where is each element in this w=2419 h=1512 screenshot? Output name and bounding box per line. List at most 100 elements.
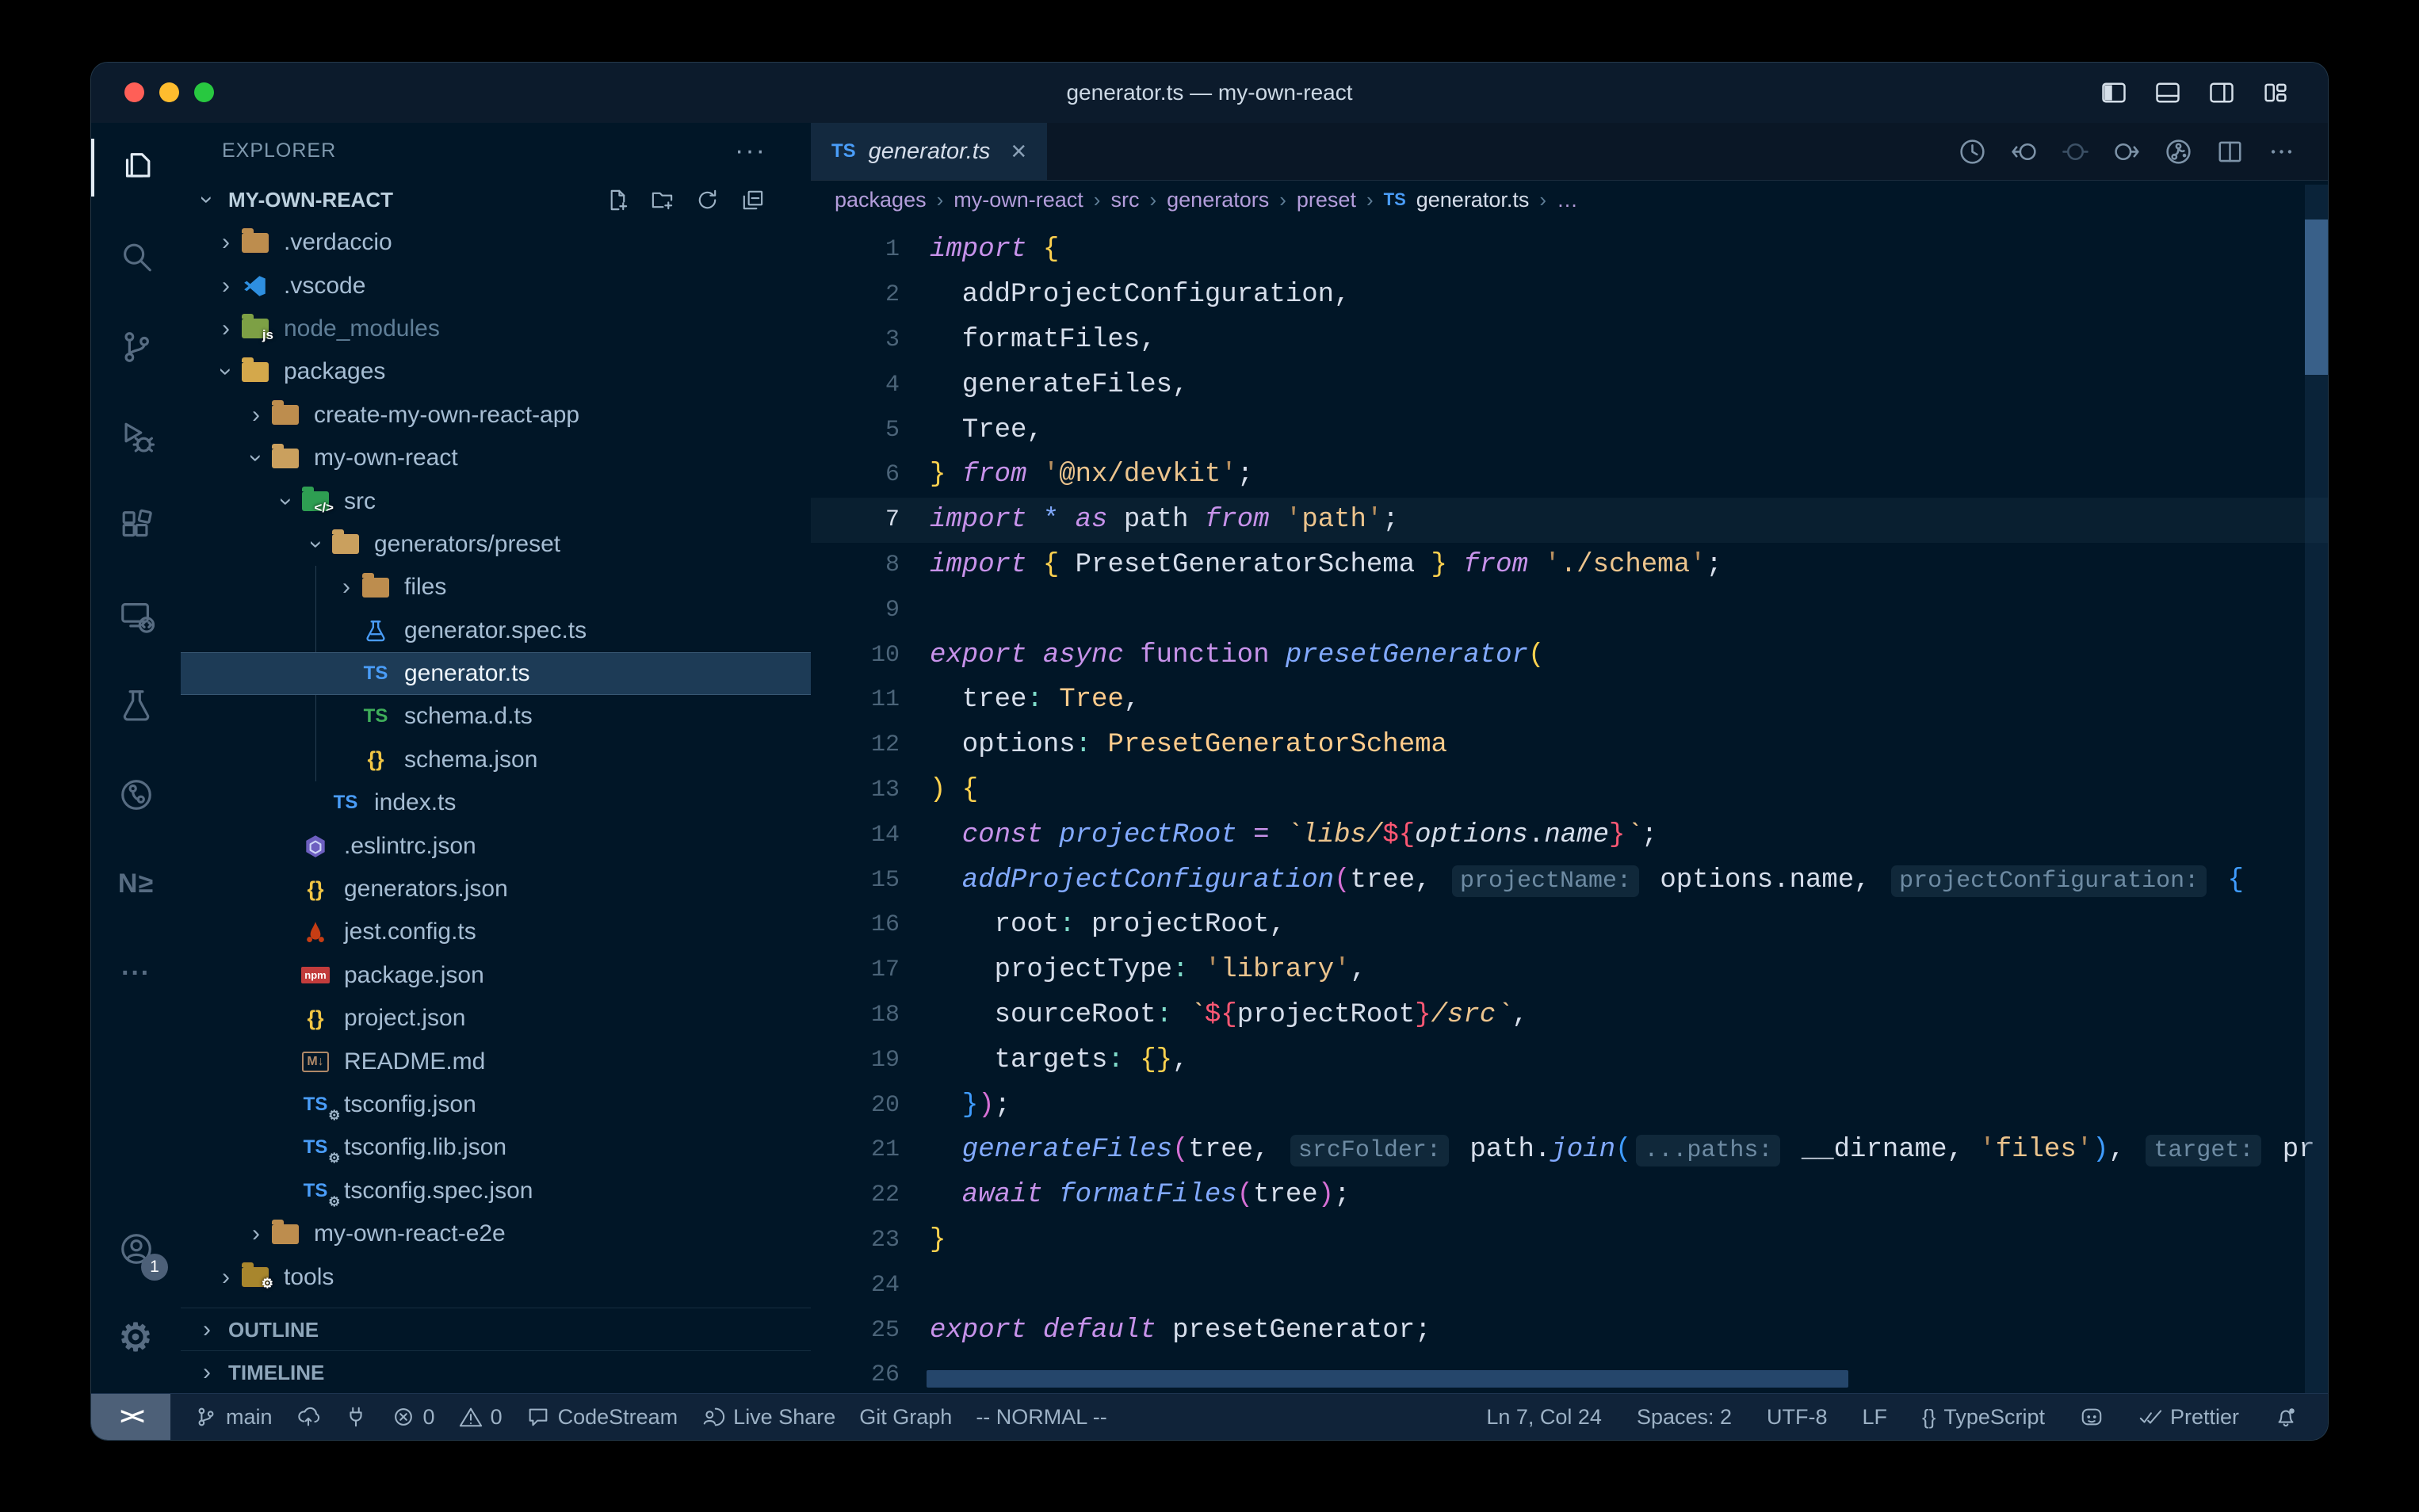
activity-bar-item-remote-explorer[interactable]	[91, 571, 181, 660]
tab-bar: TS generator.ts ×	[811, 123, 2328, 181]
new-file-icon[interactable]	[605, 188, 629, 212]
activity-bar-item-source-control[interactable]	[91, 302, 181, 391]
status-item-prettier[interactable]: Prettier	[2138, 1405, 2239, 1430]
status-item-remote[interactable]: ><	[91, 1394, 170, 1440]
vertical-scrollbar-slider[interactable]	[2305, 220, 2328, 375]
split-editor-icon[interactable]	[2215, 137, 2245, 166]
tree-item-project-json[interactable]: {}project.json	[181, 997, 811, 1040]
tree-item-schema-d-ts[interactable]: TSschema.d.ts	[181, 695, 811, 738]
breadcrumb-item[interactable]: generator.ts	[1416, 188, 1530, 212]
horizontal-scrollbar[interactable]	[927, 1370, 1848, 1388]
tree-item-create-my-own-react-app[interactable]: ›create-my-own-react-app	[181, 394, 811, 437]
activity-bar-item-search[interactable]	[91, 212, 181, 302]
toggle-secondary-sidebar-icon[interactable]	[2207, 78, 2236, 107]
tree-item-tsconfig-lib-json[interactable]: TS⚙tsconfig.lib.json	[181, 1126, 811, 1169]
tree-item-label: schema.json	[404, 746, 537, 773]
tab-generator-ts[interactable]: TS generator.ts ×	[811, 123, 1047, 180]
folder-icon	[269, 1218, 301, 1250]
tree-item-readme-md[interactable]: M↓README.md	[181, 1040, 811, 1082]
timeline-panel-header[interactable]: › TIMELINE	[181, 1350, 811, 1394]
more-actions-icon[interactable]	[2267, 137, 2296, 166]
circle-icon[interactable]	[2061, 137, 2090, 166]
status-item-language-mode[interactable]: {}TypeScript	[1922, 1405, 2045, 1430]
git-actions-icon[interactable]	[2164, 137, 2193, 166]
tree-item--vscode[interactable]: ›.vscode	[181, 264, 811, 307]
status-item-sync-publish[interactable]	[296, 1405, 320, 1429]
status-item-connector[interactable]	[344, 1405, 368, 1429]
tree-item-schema-json[interactable]: {}schema.json	[181, 739, 811, 781]
status-item-cursor-position[interactable]: Ln 7, Col 24	[1486, 1405, 1602, 1430]
tree-item--verdaccio[interactable]: ›.verdaccio	[181, 221, 811, 264]
tree-item-packages[interactable]: ›packages	[181, 350, 811, 393]
status-item-codestream[interactable]: CodeStream	[526, 1405, 678, 1430]
tree-item-my-own-react[interactable]: ›my-own-react	[181, 437, 811, 479]
status-item-warnings[interactable]: 0	[459, 1405, 503, 1430]
status-item-encoding[interactable]: UTF-8	[1767, 1405, 1828, 1430]
error-icon	[392, 1405, 415, 1429]
new-folder-icon[interactable]	[650, 188, 674, 212]
breadcrumb-item[interactable]: …	[1557, 188, 1578, 212]
tree-item-my-own-react-e2e[interactable]: ›my-own-react-e2e	[181, 1212, 811, 1255]
tree-item-tsconfig-spec-json[interactable]: TS⚙tsconfig.spec.json	[181, 1170, 811, 1212]
activity-bar-item-explorer[interactable]	[91, 123, 181, 212]
status-item-eol[interactable]: LF	[1863, 1405, 1888, 1430]
activity-bar-item-accounts[interactable]: 1	[91, 1204, 181, 1293]
tree-item-index-ts[interactable]: TSindex.ts	[181, 781, 811, 824]
breadcrumb-item[interactable]: packages	[835, 188, 927, 212]
status-bar-left: >< main 00 CodeStream Live Share Git Graph -- …	[91, 1394, 1107, 1440]
line-number: 25	[811, 1317, 900, 1344]
activity-bar-item-extensions[interactable]	[91, 481, 181, 571]
toggle-panel-icon[interactable]	[2153, 78, 2182, 107]
tree-item-generators-preset[interactable]: ›generators/preset	[181, 523, 811, 566]
code-editor[interactable]: 1import {2 addProjectConfiguration,3 for…	[811, 220, 2328, 1394]
activity-bar-item-nx-console[interactable]: N≥	[91, 839, 181, 929]
activity-bar-item-run-debug[interactable]	[91, 391, 181, 481]
tree-item-src[interactable]: ›</>src	[181, 479, 811, 522]
tree-item-generator-spec-ts[interactable]: generator.spec.ts	[181, 609, 811, 652]
remote-icon: ><	[120, 1403, 141, 1430]
status-item-github[interactable]	[2080, 1405, 2104, 1429]
tree-item-package-json[interactable]: npmpackage.json	[181, 954, 811, 997]
activity-bar-item-gitlens[interactable]	[91, 750, 181, 839]
tree-item-files[interactable]: ›files	[181, 566, 811, 609]
tree-item-generators-json[interactable]: {}generators.json	[181, 868, 811, 911]
toggle-primary-sidebar-icon[interactable]	[2100, 78, 2128, 107]
tree-item-jest-config-ts[interactable]: jest.config.ts	[181, 911, 811, 953]
status-item-notifications[interactable]	[2274, 1405, 2298, 1429]
tree-item-generator-ts[interactable]: TSgenerator.ts	[181, 652, 811, 695]
code-line-11: 11 tree: Tree,	[811, 678, 2328, 723]
tree-item--eslintrc-json[interactable]: .eslintrc.json	[181, 824, 811, 867]
live-share-icon	[701, 1405, 725, 1429]
status-item-git-graph[interactable]: Git Graph	[859, 1405, 952, 1430]
outline-panel-header[interactable]: › OUTLINE	[181, 1308, 811, 1351]
status-item-git-branch[interactable]: main	[194, 1405, 273, 1430]
navigate-forward-icon[interactable]	[2112, 137, 2142, 166]
sidebar-more-actions-icon[interactable]: ···	[735, 136, 766, 166]
line-number: 5	[811, 417, 900, 444]
activity-bar-item-more[interactable]: ···	[91, 929, 181, 1018]
breadcrumb-item[interactable]: src	[1110, 188, 1139, 212]
tree-item-tools[interactable]: ›⚙tools	[181, 1255, 811, 1298]
collapse-all-icon[interactable]	[740, 188, 765, 212]
close-tab-icon[interactable]: ×	[1011, 136, 1026, 167]
status-item-indentation[interactable]: Spaces: 2	[1637, 1405, 1732, 1430]
sidebar-header: EXPLORER ···	[181, 123, 811, 178]
tree-item-tsconfig-json[interactable]: TS⚙tsconfig.json	[181, 1083, 811, 1126]
chevron-down-icon: ›	[193, 186, 220, 213]
customize-layout-icon[interactable]	[2261, 78, 2290, 107]
breadcrumb-item[interactable]: my-own-react	[953, 188, 1083, 212]
activity-bar-item-settings[interactable]: ⚙	[91, 1293, 181, 1383]
code-line-21: 21 generateFiles(tree, srcFolder: path.j…	[811, 1128, 2328, 1173]
tree-item-node-modules[interactable]: ›jsnode_modules	[181, 307, 811, 350]
navigate-back-icon[interactable]	[2009, 137, 2039, 166]
timeline-icon[interactable]	[1958, 137, 1987, 166]
breadcrumb-item[interactable]: generators	[1167, 188, 1269, 212]
refresh-icon[interactable]	[695, 188, 720, 212]
status-item-errors[interactable]: 0	[392, 1405, 435, 1430]
activity-bar-item-testing[interactable]	[91, 660, 181, 750]
comment-icon	[526, 1405, 550, 1429]
status-item-live-share[interactable]: Live Share	[701, 1405, 835, 1430]
status-item-vim-mode[interactable]: -- NORMAL --	[976, 1405, 1106, 1430]
breadcrumb-item[interactable]: preset	[1297, 188, 1356, 212]
project-section-header[interactable]: › MY-OWN-REACT	[181, 178, 811, 221]
